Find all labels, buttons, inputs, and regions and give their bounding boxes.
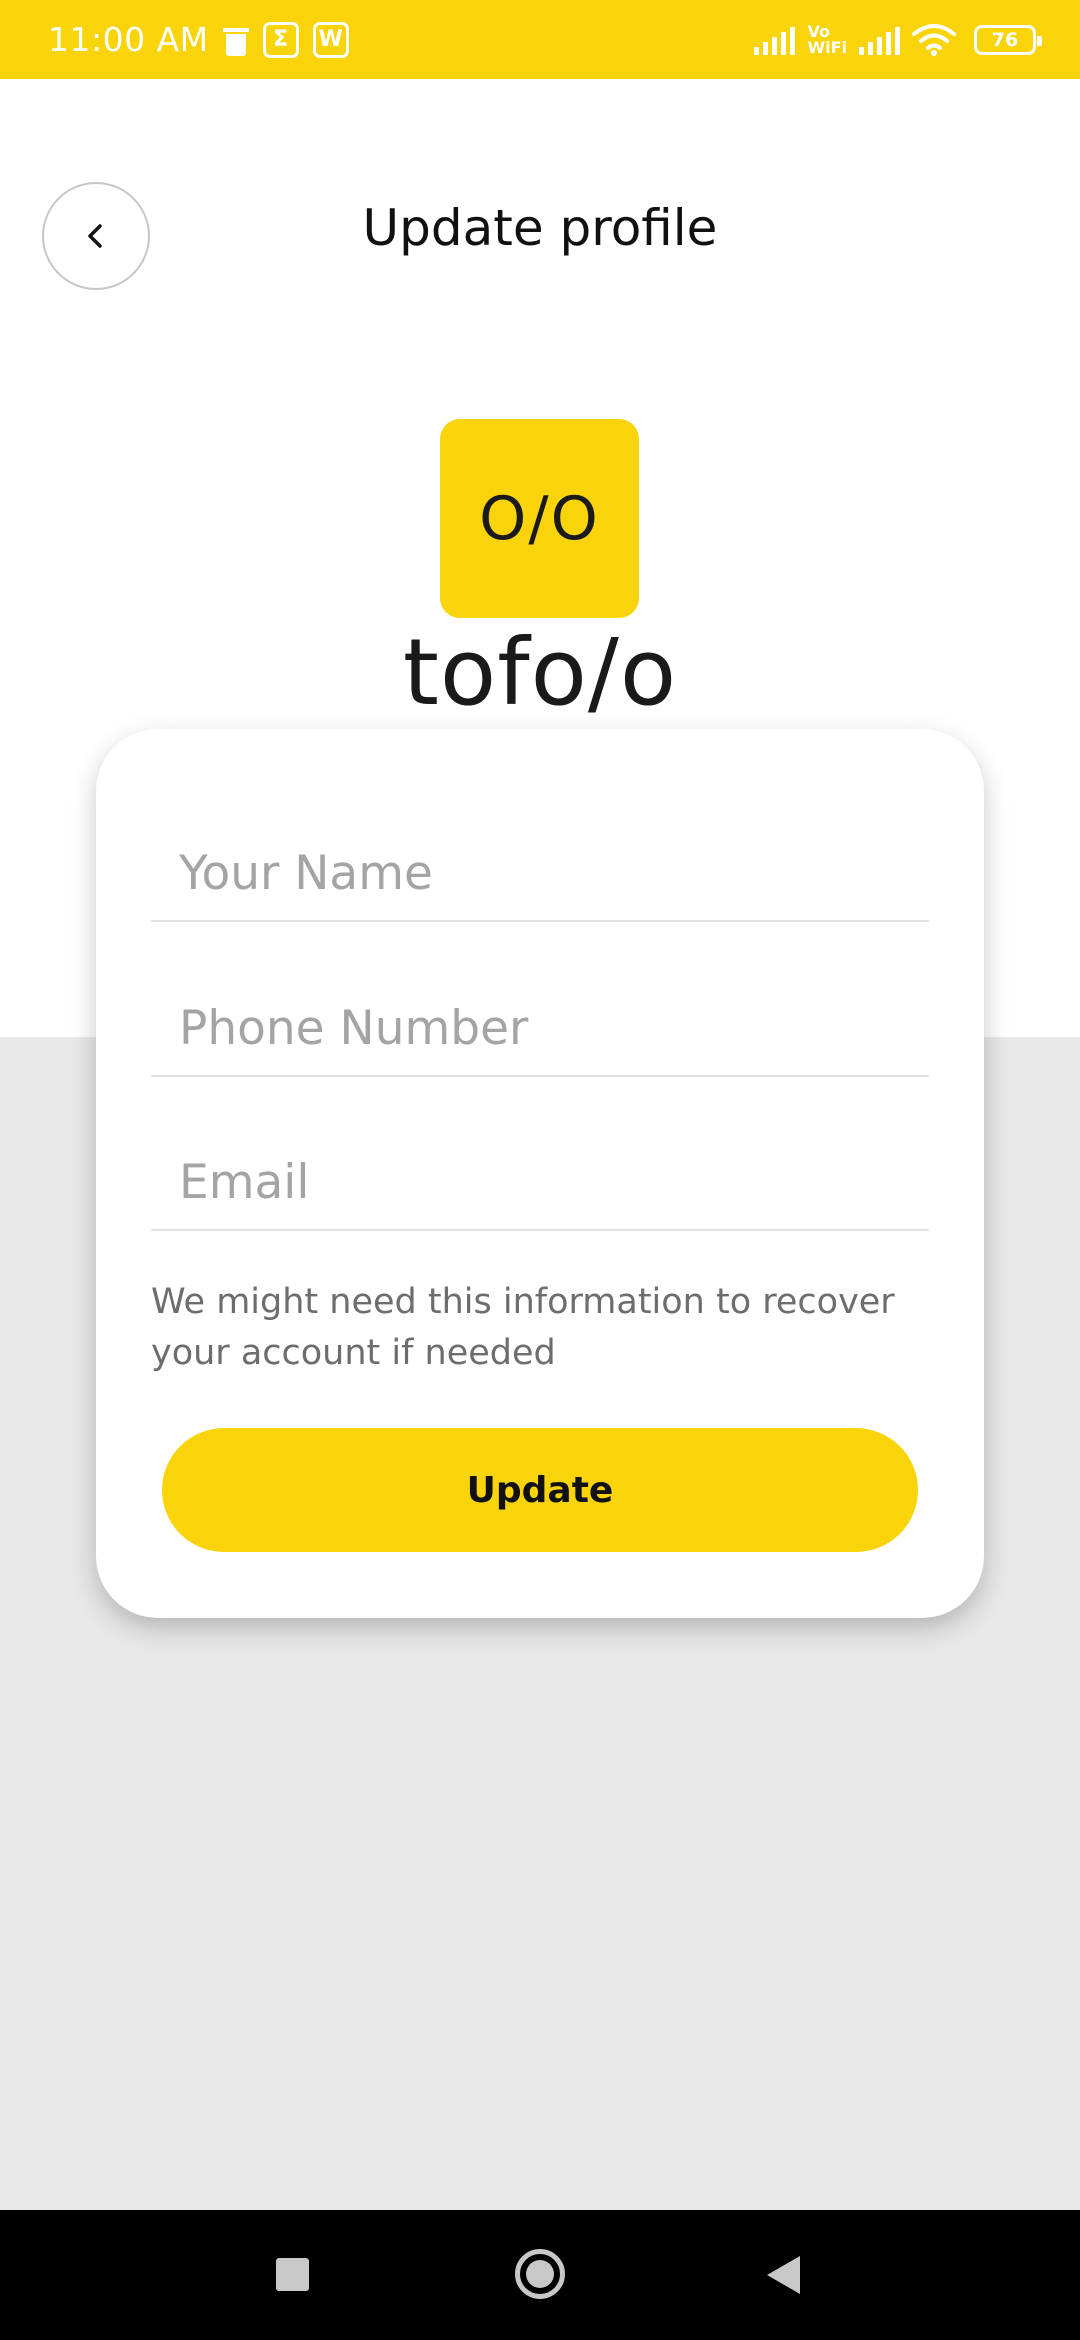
signal-icon <box>754 25 796 55</box>
battery-level: 76 <box>991 28 1019 51</box>
signal-icon <box>859 25 900 55</box>
vowifi-line2: WiFi <box>807 37 847 57</box>
w-app-icon: W <box>312 21 349 58</box>
system-icons: Vo WiFi 76 <box>754 23 1042 57</box>
page-title: Update profile <box>362 199 718 257</box>
phone-field[interactable] <box>151 981 929 1077</box>
phone-input[interactable] <box>151 981 929 1075</box>
update-profile-screen: 11:00 AM Σ W Vo WiFi 76 Update profile O… <box>0 0 1080 2340</box>
trash-icon <box>222 24 249 56</box>
status-bar: 11:00 AM Σ W Vo WiFi 76 <box>0 0 1080 79</box>
email-input[interactable] <box>151 1135 929 1229</box>
profile-form-card: We might need this information to recove… <box>96 729 984 1618</box>
recent-apps-icon[interactable] <box>276 2258 309 2291</box>
status-time: 11:00 AM <box>48 20 209 59</box>
name-input[interactable] <box>151 826 929 920</box>
sigma-app-icon: Σ <box>262 21 299 58</box>
helper-text: We might need this information to recove… <box>151 1282 895 1373</box>
home-icon[interactable] <box>515 2249 565 2299</box>
battery-icon: 76 <box>974 24 1042 55</box>
brand-name: tofo/o <box>402 619 678 726</box>
wifi-icon <box>912 23 956 56</box>
app-logo: O/O <box>440 419 639 618</box>
update-button[interactable]: Update <box>162 1428 918 1552</box>
notification-icons: Σ W <box>222 21 349 58</box>
email-field[interactable] <box>151 1135 929 1231</box>
navigation-bar <box>0 2210 1080 2340</box>
name-field[interactable] <box>151 826 929 922</box>
logo-mark: O/O <box>479 483 600 554</box>
back-icon[interactable] <box>767 2256 800 2294</box>
vowifi-icon: Vo WiFi <box>807 23 847 57</box>
